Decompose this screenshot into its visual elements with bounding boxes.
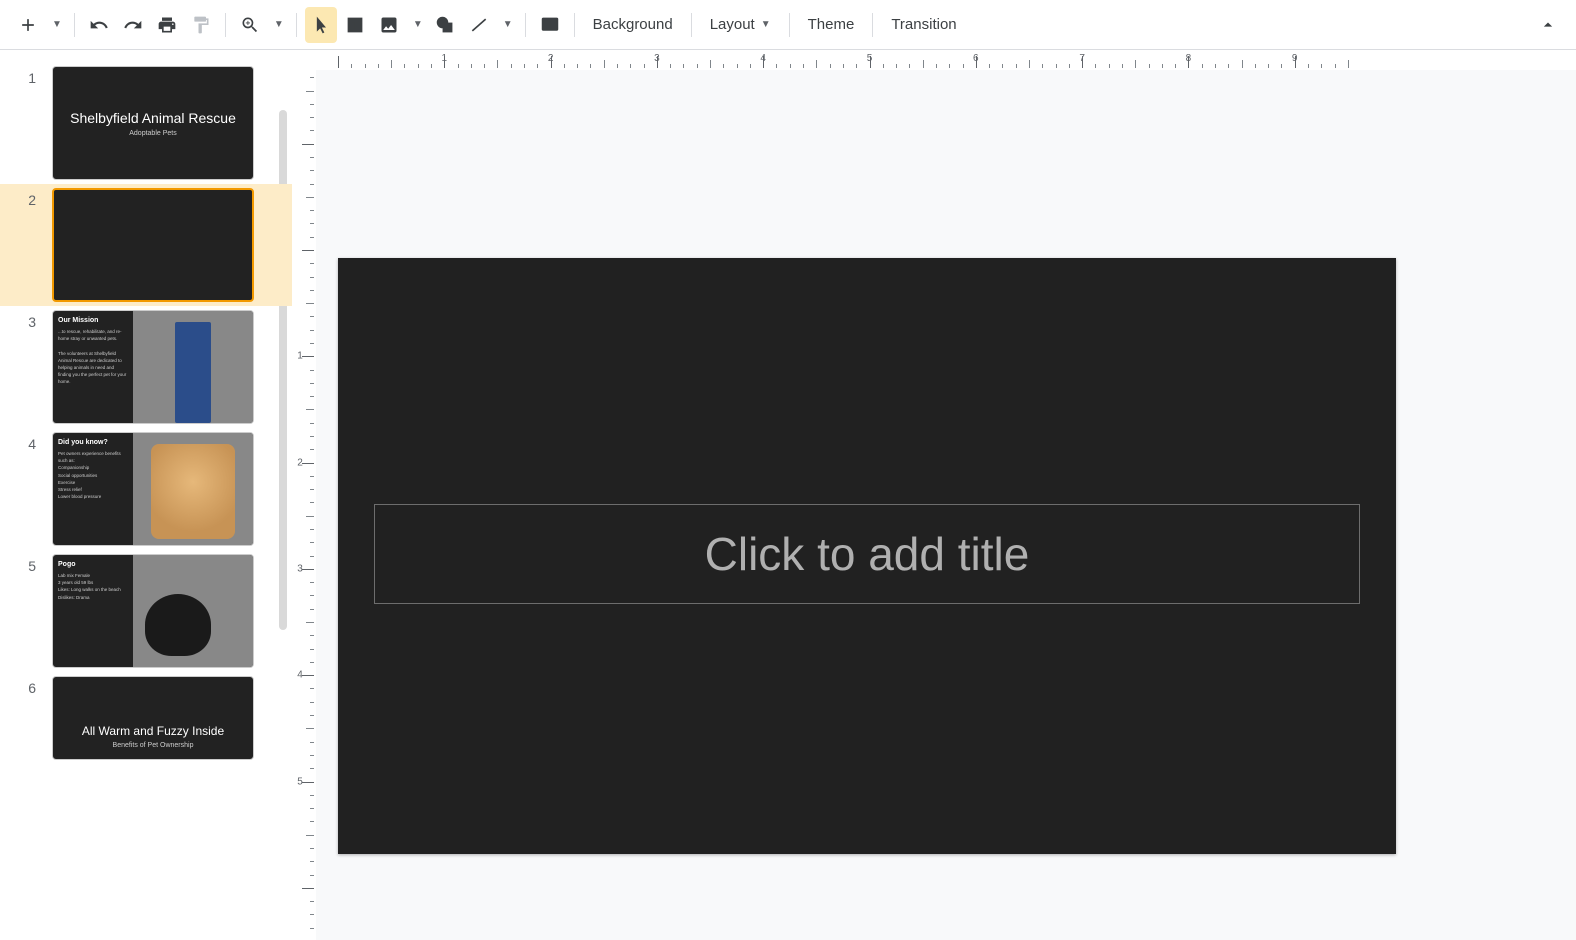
title-placeholder[interactable]: Click to add title — [374, 504, 1360, 604]
paint-format-button[interactable] — [185, 7, 217, 43]
thumb-image — [133, 311, 253, 423]
zoom-button[interactable] — [234, 7, 266, 43]
slide-number: 1 — [24, 66, 36, 86]
separator — [872, 13, 873, 37]
new-slide-dropdown[interactable]: ▼ — [46, 7, 66, 43]
theme-button[interactable]: Theme — [798, 7, 865, 43]
slide-thumbnail-6[interactable]: 6 All Warm and Fuzzy Inside Benefits of … — [0, 672, 292, 764]
chevron-up-icon — [1538, 15, 1558, 35]
image-tool[interactable] — [373, 7, 405, 43]
canvas-area: 123456789 Click to add title — [316, 50, 1576, 940]
zoom-in-icon — [240, 15, 260, 35]
slide-thumb[interactable]: Did you know? Pet owners experience bene… — [52, 432, 254, 546]
print-icon — [157, 15, 177, 35]
hide-menus-button[interactable] — [1532, 7, 1564, 43]
slide-thumbnail-1[interactable]: 1 Shelbyfield Animal Rescue Adoptable Pe… — [0, 62, 292, 184]
separator — [296, 13, 297, 37]
separator — [74, 13, 75, 37]
thumb-image — [133, 555, 253, 667]
separator — [789, 13, 790, 37]
layout-button[interactable]: Layout▼ — [700, 7, 781, 43]
slide-thumbnail-5[interactable]: 5 Pogo Lab mix Female 3 years old 59 lbs… — [0, 550, 292, 672]
separator — [691, 13, 692, 37]
new-slide-button[interactable] — [12, 7, 44, 43]
separator — [225, 13, 226, 37]
comment-button[interactable] — [534, 7, 566, 43]
background-button[interactable]: Background — [583, 7, 683, 43]
slide-thumbnail-3[interactable]: 3 Our Mission ...to rescue, rehabilitate… — [0, 306, 292, 428]
slide-number: 5 — [24, 554, 36, 574]
slide-thumb[interactable] — [52, 188, 254, 302]
slide-thumb[interactable]: Pogo Lab mix Female 3 years old 59 lbs L… — [52, 554, 254, 668]
separator — [574, 13, 575, 37]
undo-button[interactable] — [83, 7, 115, 43]
vertical-ruler: 12345 — [292, 62, 316, 940]
slide-thumb[interactable]: Shelbyfield Animal Rescue Adoptable Pets — [52, 66, 254, 180]
transition-button[interactable]: Transition — [881, 7, 966, 43]
plus-icon — [18, 15, 38, 35]
slide-canvas[interactable]: Click to add title — [338, 258, 1396, 854]
comment-add-icon — [540, 15, 560, 35]
image-icon — [379, 15, 399, 35]
separator — [525, 13, 526, 37]
textbox-icon — [345, 15, 365, 35]
slide-number: 2 — [24, 188, 36, 208]
slide-panel[interactable]: 1 Shelbyfield Animal Rescue Adoptable Pe… — [0, 50, 292, 940]
slide-number: 3 — [24, 310, 36, 330]
slide-number: 6 — [24, 676, 36, 696]
select-tool[interactable] — [305, 7, 337, 43]
redo-button[interactable] — [117, 7, 149, 43]
slide-thumb[interactable]: Our Mission ...to rescue, rehabilitate, … — [52, 310, 254, 424]
main-area: 1 Shelbyfield Animal Rescue Adoptable Pe… — [0, 50, 1576, 940]
line-icon — [469, 15, 489, 35]
shape-icon — [435, 15, 455, 35]
redo-icon — [123, 15, 143, 35]
toolbar: ▼ ▼ ▼ ▼ Background Layout▼ Theme Transit… — [0, 0, 1576, 50]
slide-thumb[interactable]: All Warm and Fuzzy Inside Benefits of Pe… — [52, 676, 254, 760]
textbox-tool[interactable] — [339, 7, 371, 43]
cursor-icon — [311, 15, 331, 35]
print-button[interactable] — [151, 7, 183, 43]
horizontal-ruler: 123456789 — [316, 50, 1576, 70]
image-dropdown[interactable]: ▼ — [407, 7, 427, 43]
shape-tool[interactable] — [429, 7, 461, 43]
line-tool[interactable] — [463, 7, 495, 43]
thumb-image — [133, 433, 253, 545]
paint-roller-icon — [191, 15, 211, 35]
undo-icon — [89, 15, 109, 35]
slide-number: 4 — [24, 432, 36, 452]
line-dropdown[interactable]: ▼ — [497, 7, 517, 43]
slide-thumbnail-2[interactable]: 2 — [0, 184, 292, 306]
slide-thumbnail-4[interactable]: 4 Did you know? Pet owners experience be… — [0, 428, 292, 550]
zoom-dropdown[interactable]: ▼ — [268, 7, 288, 43]
